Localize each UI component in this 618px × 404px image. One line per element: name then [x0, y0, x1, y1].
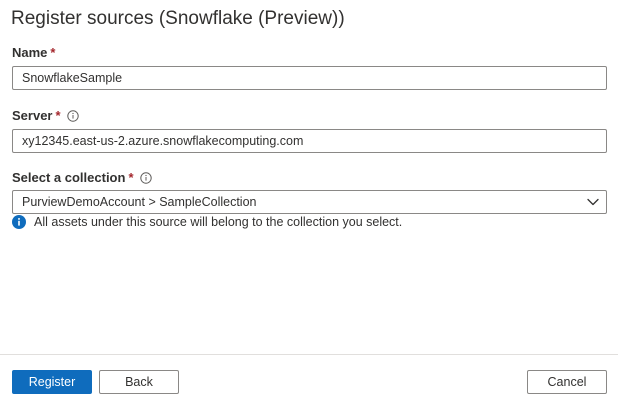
name-required-mark: *: [50, 45, 56, 60]
name-input-value: SnowflakeSample: [22, 71, 123, 85]
chevron-down-icon[interactable]: [586, 195, 600, 209]
collection-dropdown-value: PurviewDemoAccount > SampleCollection: [22, 195, 257, 209]
collection-dropdown[interactable]: PurviewDemoAccount > SampleCollection: [12, 190, 607, 214]
server-label-row: Server *: [12, 108, 79, 123]
server-label: Server: [12, 108, 53, 123]
register-button[interactable]: Register: [12, 370, 92, 394]
collection-label: Select a collection: [12, 170, 126, 185]
collection-hint-text: All assets under this source will belong…: [34, 215, 403, 229]
collection-hint: All assets under this source will belong…: [12, 215, 402, 229]
name-label-row: Name *: [12, 45, 55, 60]
name-input[interactable]: SnowflakeSample: [12, 66, 607, 90]
info-icon[interactable]: [139, 171, 152, 184]
info-icon[interactable]: [66, 109, 79, 122]
server-required-mark: *: [55, 108, 61, 123]
info-icon: [12, 215, 26, 229]
page-title: Register sources (Snowflake (Preview)): [11, 8, 345, 29]
collection-label-row: Select a collection *: [12, 170, 152, 185]
cancel-button[interactable]: Cancel: [527, 370, 607, 394]
back-button[interactable]: Back: [99, 370, 179, 394]
server-input[interactable]: xy12345.east-us-2.azure.snowflakecomputi…: [12, 129, 607, 153]
server-input-value: xy12345.east-us-2.azure.snowflakecomputi…: [22, 134, 304, 148]
collection-required-mark: *: [128, 170, 134, 185]
footer-divider: [0, 354, 618, 355]
name-label: Name: [12, 45, 48, 60]
